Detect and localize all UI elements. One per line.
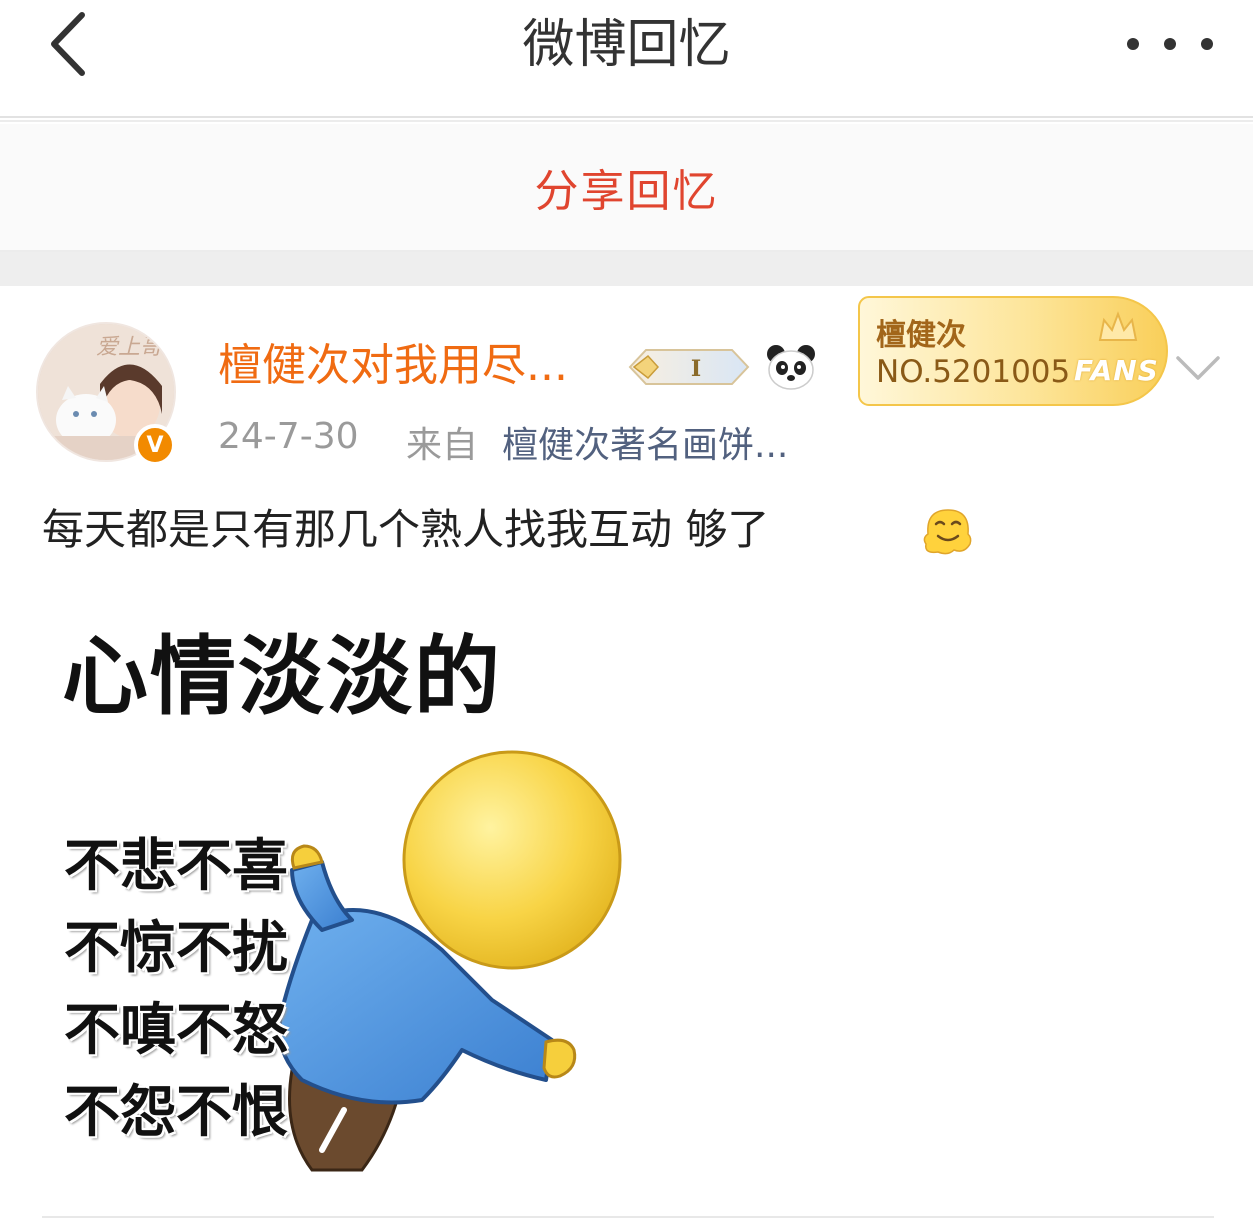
username-link[interactable]: 檀健次对我用尽... — [218, 336, 568, 396]
share-bar: 分享回忆 — [0, 124, 1253, 252]
post-text: 每天都是只有那几个熟人找我互动 够了 — [42, 505, 770, 554]
verified-badge: V — [134, 424, 176, 466]
fans-card-number: NO.5201005 — [876, 354, 1071, 390]
top-bar: 微博回忆 — [0, 0, 1253, 118]
meme-caption-line: 不怨不恨 — [64, 1080, 288, 1145]
svg-text:爱上哥哥: 爱上哥哥 — [96, 335, 176, 360]
more-dot — [1164, 38, 1176, 50]
fans-badge-card[interactable]: 檀健次 NO.5201005 FANS — [858, 296, 1168, 406]
post-image[interactable]: 心情淡淡的 不悲不喜 不惊不扰 不嗔不怒 不怨不恨 — [42, 600, 642, 1180]
post-from-label: 来自 — [406, 425, 479, 466]
divider — [0, 116, 1253, 122]
post-source-link[interactable]: 檀健次著名画饼... — [502, 416, 788, 468]
emoji-figure-illustration — [277, 750, 622, 1172]
page-title: 微博回忆 — [522, 15, 731, 75]
section-gap — [0, 252, 1253, 286]
share-memory-button[interactable]: 分享回忆 — [535, 155, 719, 219]
more-dot — [1127, 38, 1139, 50]
divider — [42, 1216, 1214, 1218]
meme-caption-line: 不嗔不怒 — [64, 998, 288, 1063]
meme-title: 心情淡淡的 — [62, 627, 502, 727]
more-button[interactable] — [1127, 14, 1213, 74]
meme-caption-line: 不悲不喜 — [64, 834, 288, 899]
chevron-down-icon — [1176, 356, 1220, 380]
fans-card-name: 檀健次 — [876, 318, 966, 353]
panda-icon — [767, 345, 815, 390]
fans-card-label: FANS — [1074, 354, 1159, 387]
meme-caption-lines: 不悲不喜 不惊不扰 不嗔不怒 不怨不恨 — [64, 826, 288, 1154]
svg-text:I: I — [691, 356, 701, 382]
melting-face-icon — [923, 509, 972, 555]
crown-icon — [1098, 311, 1138, 341]
level-badge-icon: I — [628, 349, 750, 385]
meme-caption-line: 不惊不扰 — [64, 916, 288, 981]
weibo-memory-page: 微博回忆 分享回忆 爱上哥哥 V 檀健次对我用尽... I 檀健次 NO.520… — [0, 0, 1253, 1228]
post-menu-button[interactable] — [1172, 346, 1224, 390]
post-date: 24-7-30 — [218, 416, 359, 457]
more-dot — [1201, 38, 1213, 50]
post-card: 爱上哥哥 V 檀健次对我用尽... I 檀健次 NO.5201005 FANS … — [0, 286, 1253, 1228]
